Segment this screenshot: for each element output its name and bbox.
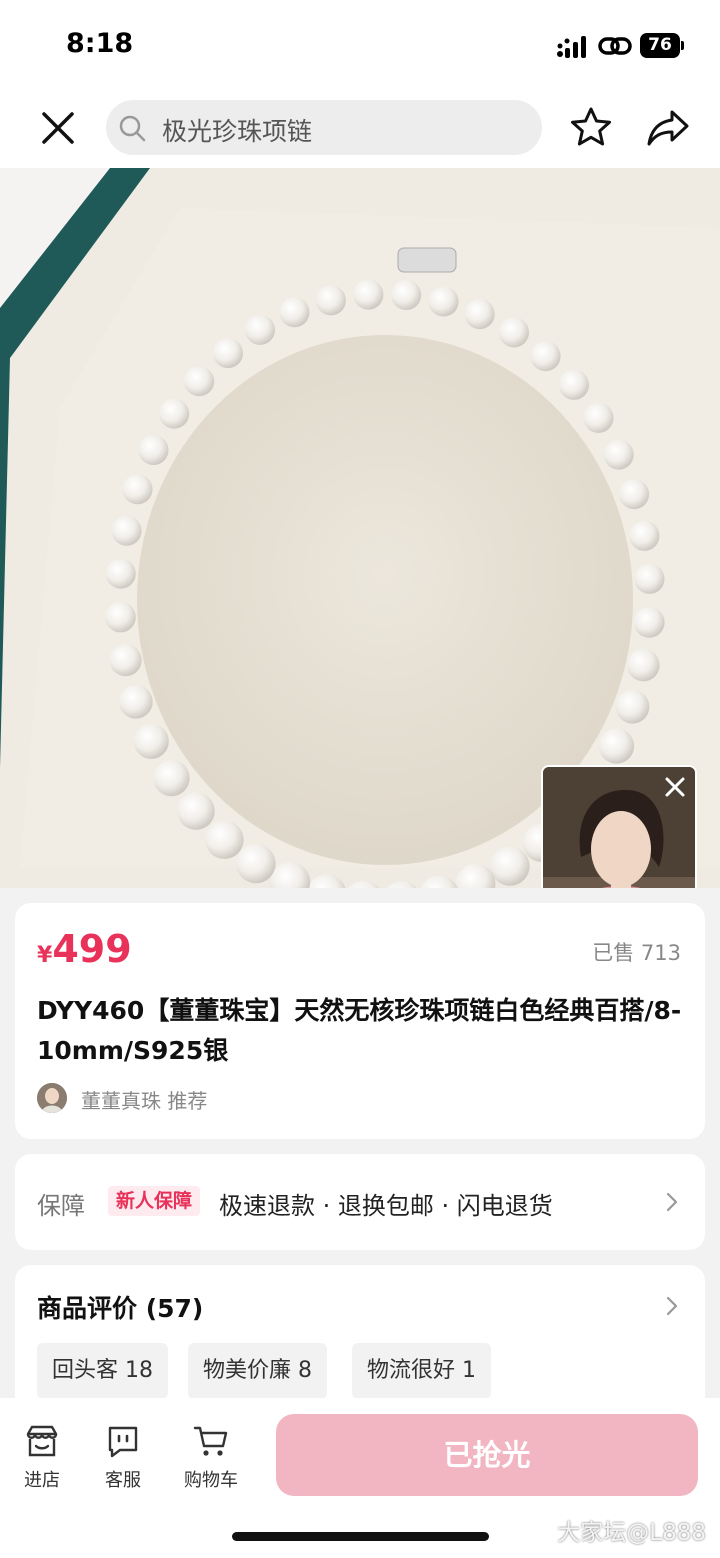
pearl	[111, 515, 142, 546]
shopping-cart-icon	[193, 1426, 228, 1456]
guarantee-label: 保障	[37, 1192, 85, 1220]
nav-store-label: 进店	[24, 1470, 60, 1491]
nav-cart-label: 购物车	[184, 1470, 238, 1491]
chevron-right-icon	[666, 1192, 678, 1212]
watermark: 大家坛@L888	[557, 1520, 706, 1546]
pearl	[619, 479, 650, 510]
pearl	[122, 474, 153, 505]
seller-avatar	[37, 1083, 67, 1113]
bottom-bar: 进店 客服 购物车 已抢光 大家坛@L888	[0, 1398, 720, 1558]
guarantee-items: 极速退款 · 退换包邮 · 闪电退货	[219, 1192, 553, 1220]
pearl	[629, 520, 660, 551]
video-close-icon[interactable]	[661, 773, 689, 801]
share-icon[interactable]	[646, 108, 690, 148]
home-indicator[interactable]	[232, 1532, 489, 1541]
pearl	[236, 844, 276, 884]
product-title: DYY460【董董珠宝】天然无核珍珠项链白色经典百搭/8-10mm/S925银	[37, 996, 682, 1065]
status-time: 8:18	[66, 28, 134, 59]
pearl	[499, 317, 529, 348]
chevron-right-icon	[666, 1296, 678, 1316]
pearl	[615, 689, 650, 724]
pearl	[634, 563, 665, 594]
pearl	[245, 314, 275, 345]
review-tag[interactable]: 物流很好 1	[352, 1343, 491, 1399]
store-icon	[26, 1425, 58, 1457]
nav-store[interactable]: 进店	[7, 1424, 77, 1491]
pearl	[391, 280, 422, 310]
battery-icon: 76	[640, 33, 684, 58]
reviews-title: 商品评价 (57)	[37, 1294, 204, 1323]
search-icon	[119, 115, 146, 142]
pearl	[119, 685, 153, 719]
pearl	[603, 439, 634, 470]
pearl	[279, 297, 310, 328]
pearl	[177, 792, 215, 830]
pearl	[428, 286, 459, 317]
pearl	[559, 369, 589, 400]
pearl	[530, 341, 561, 372]
price-card: ¥499 已售 713 DYY460【董董珠宝】天然无核珍珠项链白色经典百搭/8…	[15, 903, 705, 1139]
video-preview[interactable]	[541, 765, 697, 888]
seller-name: 董董真珠 推荐	[81, 1089, 208, 1113]
nav-service[interactable]: 客服	[88, 1424, 158, 1491]
pearl	[490, 846, 530, 886]
pearl	[598, 728, 635, 764]
pearl	[353, 279, 384, 310]
pearl	[153, 760, 190, 797]
price-currency: ¥	[37, 943, 53, 968]
battery-level: 76	[640, 33, 680, 58]
header: 极光珍珠项链	[0, 88, 720, 168]
nav-cart[interactable]: 购物车	[176, 1424, 246, 1491]
link-icon	[598, 37, 632, 55]
status-bar: 8:18 76	[0, 0, 720, 88]
pearl	[105, 558, 136, 589]
pearl	[133, 723, 169, 759]
buy-button[interactable]: 已抢光	[276, 1414, 698, 1496]
pearl	[184, 366, 215, 397]
pearl	[213, 338, 243, 369]
guarantee-card[interactable]: 保障 新人保障 极速退款 · 退换包邮 · 闪电退货	[15, 1154, 705, 1250]
new-user-badge: 新人保障	[108, 1186, 201, 1216]
cellular-signal-icon	[557, 36, 586, 58]
pearl	[138, 435, 169, 465]
review-tag[interactable]: 回头客 18	[37, 1343, 168, 1399]
pearl	[315, 285, 346, 316]
pearl	[627, 649, 660, 682]
product-image[interactable]	[0, 168, 720, 888]
pearl	[464, 299, 495, 330]
pearl	[205, 820, 244, 859]
price-value: 499	[52, 927, 132, 971]
pearl	[583, 402, 614, 433]
pearl	[105, 601, 136, 633]
pearl	[159, 398, 190, 429]
review-tag[interactable]: 物美价廉 8	[188, 1343, 327, 1399]
close-icon[interactable]	[38, 108, 78, 148]
favorite-star-icon[interactable]	[570, 106, 612, 148]
pearl	[633, 606, 665, 638]
pearl	[109, 644, 142, 677]
customer-service-icon	[108, 1426, 138, 1458]
price: ¥499	[37, 927, 132, 971]
search-input[interactable]: 极光珍珠项链	[106, 100, 542, 155]
nav-service-label: 客服	[105, 1470, 141, 1491]
search-placeholder: 极光珍珠项链	[162, 117, 313, 146]
sold-count: 已售 713	[592, 941, 681, 965]
